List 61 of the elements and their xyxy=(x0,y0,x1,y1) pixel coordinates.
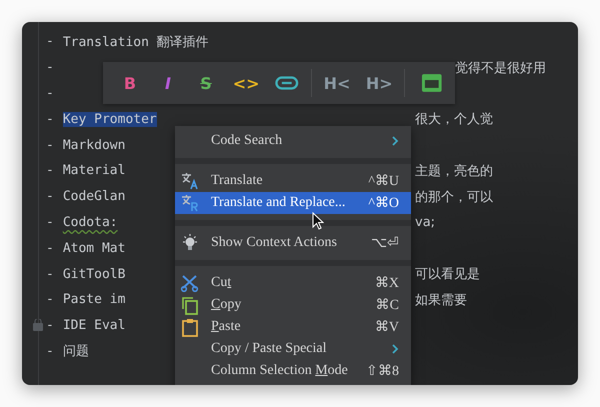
menu-item[interactable]: Paste ⌘V xyxy=(175,316,411,338)
list-item-text: 可以看见是 xyxy=(415,266,481,284)
shortcut-text: ⌘V xyxy=(374,319,399,336)
list-marker: - xyxy=(46,163,54,178)
link-icon[interactable] xyxy=(275,76,299,90)
list-item-text: CodeGlan xyxy=(62,189,126,204)
mouse-pointer-icon xyxy=(312,212,324,230)
scissors-icon xyxy=(180,274,200,292)
format-button[interactable]: H> xyxy=(362,68,396,98)
format-button[interactable]: S xyxy=(191,68,221,98)
list-marker: - xyxy=(46,34,54,50)
copy-icon xyxy=(181,296,199,314)
list-item-text: 如果需要 xyxy=(415,292,468,309)
lightbulb-icon xyxy=(180,233,200,253)
list-item-text: Atom Mat xyxy=(62,240,126,256)
list-item-text: 问题 xyxy=(62,343,89,360)
list-item-text: va; xyxy=(415,214,436,230)
list-item-text: Material xyxy=(62,163,126,178)
shortcut-text: ⌥⏎ xyxy=(371,235,399,252)
list-item-text: 的那个，可以 xyxy=(415,188,494,206)
translate-icon xyxy=(180,172,200,190)
translate-icon xyxy=(180,194,200,212)
list-item-text: Codota: xyxy=(62,214,118,230)
list-item-text: Key Promoter xyxy=(62,112,157,127)
list-item-text: 主题，亮色的 xyxy=(415,162,494,180)
menu-item[interactable]: Cut ⌘X xyxy=(175,272,411,294)
list-marker: - xyxy=(46,112,54,127)
list-item-text: IDE Eval xyxy=(62,318,126,334)
menu-item[interactable]: Translate ^⌘U xyxy=(175,170,411,192)
list-marker: - xyxy=(46,266,54,282)
list-item-text: 觉得不是很好用 xyxy=(455,60,547,77)
shortcut-text: ⇧⌘8 xyxy=(366,363,399,380)
menu-item[interactable]: Show Context Actions ⌥⏎ xyxy=(175,232,411,254)
menu-item[interactable]: Copy ⌘C xyxy=(175,294,411,316)
list-marker: - xyxy=(46,60,54,76)
list-marker: - xyxy=(46,138,54,153)
list-marker: - xyxy=(46,344,54,359)
list-item-text: Translation 翻译插件 xyxy=(62,34,209,51)
list-marker: - xyxy=(46,214,54,230)
list-item-text: Paste im xyxy=(62,292,126,308)
shortcut-text: ⌘X xyxy=(374,275,399,292)
menu-item[interactable]: Code Search xyxy=(175,130,411,152)
menu-item[interactable]: Column Selection Mode ⇧⌘8 xyxy=(175,360,411,382)
list-item-text: GitToolB xyxy=(62,266,126,282)
menu-item[interactable]: Translate and Replace... ^⌘O xyxy=(175,192,411,214)
clipboard-icon xyxy=(181,318,199,336)
list-marker: - xyxy=(46,189,54,204)
list-item-text: 很大，个人觉 xyxy=(415,111,494,128)
format-button[interactable]: H< xyxy=(320,68,354,98)
format-button[interactable]: <> xyxy=(229,68,264,98)
shortcut-text: ⌘C xyxy=(376,297,399,314)
panel-icon[interactable] xyxy=(421,73,444,93)
list-marker: - xyxy=(46,240,54,256)
list-marker: - xyxy=(46,86,54,101)
list-item-text: Markdown xyxy=(62,138,126,153)
lock-icon xyxy=(33,319,43,331)
list-marker: - xyxy=(46,292,54,308)
shortcut-text: ^⌘U xyxy=(368,173,399,190)
shortcut-text: ^⌘O xyxy=(368,195,399,212)
menu-item[interactable]: Copy / Paste Special xyxy=(175,338,411,360)
list-marker: - xyxy=(46,318,54,334)
